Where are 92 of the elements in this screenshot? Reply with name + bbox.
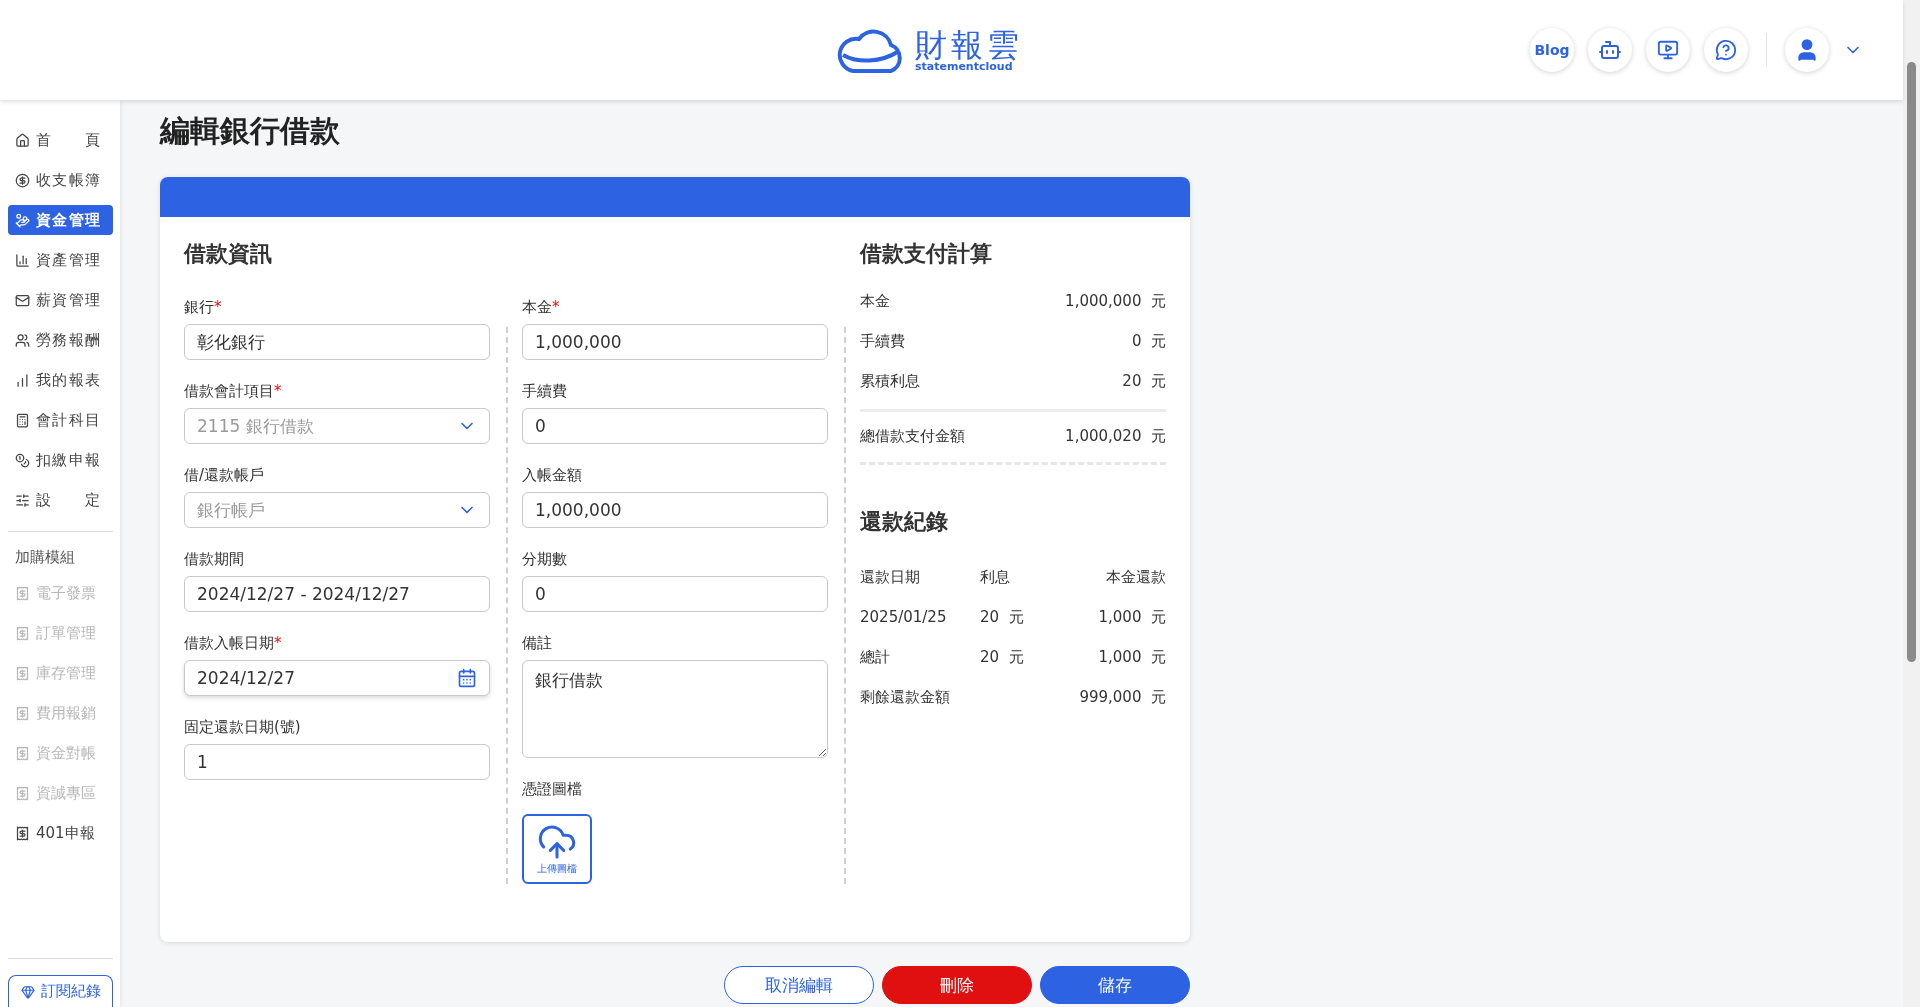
receipt-icon	[15, 705, 30, 721]
save-button[interactable]: 儲存	[1040, 966, 1190, 1004]
table-cell-text: 20 元	[980, 647, 1025, 667]
text-field[interactable]: 0	[522, 576, 828, 612]
field-label: 備註	[522, 634, 553, 654]
text-field[interactable]: 1	[184, 744, 490, 780]
sidebar-item[interactable]: 收支帳簿	[8, 165, 113, 195]
summary-label: 剩餘還款金額	[860, 687, 950, 707]
text-field[interactable]: 0	[522, 408, 828, 444]
sidebar-item[interactable]: 我的報表	[8, 365, 113, 395]
table-cell-text: 總計	[860, 647, 891, 667]
menu-icon	[15, 332, 30, 348]
sidebar-item[interactable]: 資產管理	[8, 245, 113, 275]
logo-subtitle: statementcloud	[915, 60, 1013, 72]
diamond-icon	[20, 984, 35, 999]
receipt-icon	[15, 825, 30, 841]
summary-label: 手續費	[860, 331, 905, 351]
field-label: 入帳金額	[522, 466, 583, 486]
section-title: 借款資訊	[184, 240, 273, 267]
column-header: 利息	[980, 567, 1011, 587]
text-field[interactable]: 1,000,000	[522, 324, 828, 360]
menu-icon	[15, 252, 30, 268]
sidebar-item[interactable]: 勞務報酬	[8, 325, 113, 355]
menu-icon	[15, 412, 30, 428]
field-label: 憑證圖檔	[522, 780, 583, 800]
summary-value: 1,000,000 元	[1065, 291, 1166, 311]
menu-icon	[15, 452, 30, 468]
menu-icon	[15, 372, 30, 388]
summary-label: 本金	[860, 291, 890, 311]
sidebar-item[interactable]: 首 頁	[8, 125, 113, 155]
section-heading: 加購模組	[14, 548, 76, 568]
text-field[interactable]: 2024/12/27 - 2024/12/27	[184, 576, 490, 612]
robot-icon	[1598, 38, 1622, 62]
sidebar-item[interactable]: 會計科目	[8, 405, 113, 435]
blog-button[interactable]: Blog	[1530, 28, 1574, 72]
table-cell-text: 1,000 元	[1097, 607, 1166, 627]
help-icon	[1715, 39, 1737, 61]
help-chat-button[interactable]	[1704, 28, 1748, 72]
robot-button[interactable]	[1588, 28, 1632, 72]
receipt-icon	[15, 625, 30, 641]
scrollbar-thumb[interactable]	[1907, 62, 1916, 662]
receipt-icon	[15, 665, 30, 681]
menu-icon	[15, 492, 30, 508]
menu-icon	[15, 212, 30, 228]
page-title: 編輯銀行借款	[160, 112, 341, 150]
table-cell-text: 2025/01/25	[860, 608, 948, 626]
field-label: 本金*	[522, 298, 561, 318]
summary-value: 0 元	[1131, 331, 1166, 351]
menu-icon	[15, 132, 30, 148]
subscription-button[interactable]: 訂閱紀錄	[8, 975, 113, 1007]
avatar-button[interactable]	[1785, 28, 1829, 72]
sidebar-item[interactable]: 401申報	[8, 818, 113, 848]
field-label: 手續費	[522, 382, 568, 402]
field-label: 借款期間	[184, 550, 245, 570]
field-label: 借款會計項目*	[184, 382, 283, 402]
text-field[interactable]: 1,000,000	[522, 492, 828, 528]
summary-value: 20 元	[1122, 371, 1166, 391]
sidebar-item[interactable]: 薪資管理	[8, 285, 113, 315]
upload-button[interactable]: 上傳圖檔	[522, 814, 592, 884]
sidebar-item[interactable]: 資金管理	[8, 205, 113, 235]
summary-value: 1,000,020 元	[1065, 426, 1166, 446]
field-label: 固定還款日期(號)	[184, 718, 302, 738]
table-cell-text: 20 元	[980, 607, 1025, 627]
section-title: 還款紀錄	[860, 508, 949, 535]
section-title: 借款支付計算	[860, 240, 993, 267]
note-field[interactable]: 銀行借款	[522, 660, 828, 758]
summary-value: 999,000 元	[1079, 687, 1166, 707]
summary-label: 累積利息	[860, 371, 920, 391]
receipt-icon	[15, 785, 30, 801]
field-label: 借款入帳日期*	[184, 634, 283, 654]
menu-icon	[15, 172, 30, 188]
video-icon	[1657, 39, 1679, 61]
column-header: 還款日期	[860, 567, 921, 587]
video-guide-button[interactable]	[1646, 28, 1690, 72]
cancel-button[interactable]: 取消編輯	[724, 966, 874, 1004]
field-label: 借/還款帳戶	[184, 466, 266, 486]
delete-button[interactable]: 刪除	[882, 966, 1032, 1004]
date-field[interactable]: 2024/12/27	[184, 660, 490, 696]
column-header: 本金還款	[1105, 567, 1166, 587]
calendar-icon[interactable]	[457, 668, 477, 688]
table-cell-text: 1,000 元	[1097, 647, 1166, 667]
menu-icon	[15, 292, 30, 308]
sidebar-item[interactable]: 扣繳申報	[8, 445, 113, 475]
sidebar-item[interactable]: 設 定	[8, 485, 113, 515]
field-label: 銀行*	[184, 298, 223, 318]
text-field[interactable]: 彰化銀行	[184, 324, 490, 360]
field-label: 分期數	[522, 550, 568, 570]
receipt-icon	[15, 745, 30, 761]
summary-label: 總借款支付金額	[860, 426, 965, 446]
scrollbar[interactable]	[1903, 0, 1920, 1007]
receipt-icon	[15, 585, 30, 601]
logo-name: 財報雲	[915, 28, 1023, 61]
